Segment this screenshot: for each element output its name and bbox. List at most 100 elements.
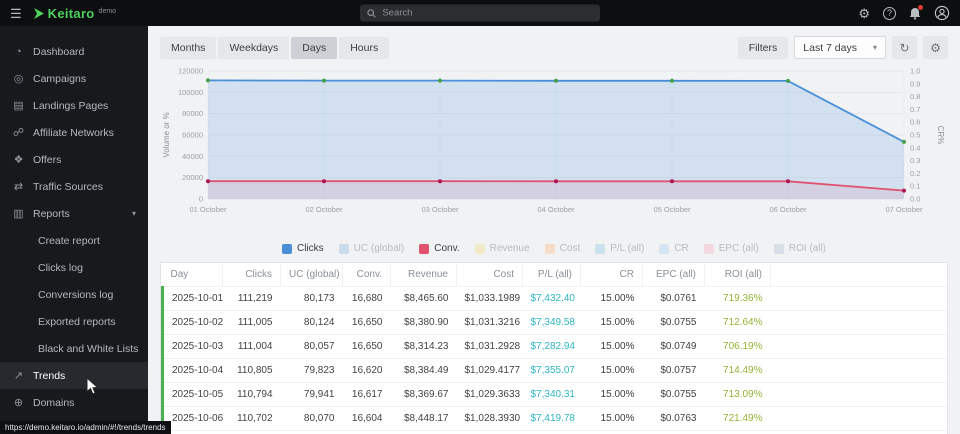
sidebar-item-label: Reports <box>33 208 70 220</box>
tab-months[interactable]: Months <box>160 37 216 59</box>
cell-roi-all: 706.19% <box>705 335 771 359</box>
cell-stub <box>163 431 223 434</box>
help-icon[interactable]: ? <box>883 7 896 20</box>
legend-item-roi-all[interactable]: ROI (all) <box>774 243 826 254</box>
date-range-select[interactable]: Last 7 days ▾ <box>794 36 886 59</box>
tab-hours[interactable]: Hours <box>339 37 389 59</box>
sidebar-item-landings-pages[interactable]: ▤Landings Pages <box>0 92 148 119</box>
legend-item-p-l-all[interactable]: P/L (all) <box>595 243 644 254</box>
svg-text:20000: 20000 <box>182 173 203 182</box>
cell-roi-all: 714.49% <box>705 359 771 383</box>
cell-cr: 15.00% <box>581 287 643 311</box>
keitaro-logo[interactable]: Keitaro demo <box>34 7 116 20</box>
legend-swatch-icon <box>419 244 429 254</box>
topbar: ☰ Keitaro demo ⚙ ? <box>0 0 960 26</box>
column-header-uc-global[interactable]: UC (global) <box>281 263 343 287</box>
sidebar-item-traffic-sources[interactable]: ⇄Traffic Sources <box>0 173 148 200</box>
legend-item-conv[interactable]: Conv. <box>419 243 459 254</box>
refresh-button[interactable]: ↻ <box>892 36 917 59</box>
status-url-tooltip: https://demo.keitaro.io/admin/#!/trends/… <box>0 421 171 434</box>
global-search[interactable] <box>360 5 600 22</box>
sidebar-item-dashboard[interactable]: ◔Dashboard <box>0 38 148 65</box>
cell-filler <box>771 311 948 335</box>
sidebar-item-label: Conversions log <box>38 289 113 301</box>
sidebar-item-clicks-log[interactable]: Clicks log <box>0 254 148 281</box>
legend-item-clicks[interactable]: Clicks <box>282 243 324 254</box>
logo-demo-badge: demo <box>99 8 117 15</box>
tab-days[interactable]: Days <box>291 37 337 59</box>
cell-stub <box>705 431 771 434</box>
sidebar-item-domains[interactable]: ⊕Domains <box>0 389 148 416</box>
trends-icon: ↗ <box>12 369 25 382</box>
table-row: 2025-10-02111,00580,12416,650$8,380.90$1… <box>163 311 948 335</box>
legend-item-revenue[interactable]: Revenue <box>475 243 530 254</box>
cell-day: 2025-10-01 <box>163 287 223 311</box>
sidebar-item-exported-reports[interactable]: Exported reports <box>0 308 148 335</box>
sidebar-item-label: Domains <box>33 397 74 409</box>
sidebar-item-black-and-white-lists[interactable]: Black and White Lists <box>0 335 148 362</box>
cell-cost: $1,033.1989 <box>457 287 523 311</box>
cell-filler <box>771 287 948 311</box>
cell-stub <box>343 431 391 434</box>
column-header-revenue[interactable]: Revenue <box>391 263 457 287</box>
svg-text:04 October: 04 October <box>537 205 575 214</box>
notifications-bell-icon[interactable] <box>909 7 921 20</box>
notification-dot <box>918 5 923 10</box>
cell-conv: 16,650 <box>343 311 391 335</box>
svg-text:07 October: 07 October <box>885 205 923 214</box>
cell-uc-global: 80,173 <box>281 287 343 311</box>
legend-item-cr[interactable]: CR <box>659 243 688 254</box>
cell-pl-all: $7,355.07 <box>523 359 581 383</box>
cell-uc-global: 79,823 <box>281 359 343 383</box>
legend-swatch-icon <box>704 244 714 254</box>
legend-label: Cost <box>560 243 581 254</box>
cell-revenue: $8,369.67 <box>391 383 457 407</box>
table-row: 2025-10-05110,79479,94116,617$8,369.67$1… <box>163 383 948 407</box>
cell-revenue: $8,448.17 <box>391 407 457 431</box>
cell-conv: 16,620 <box>343 359 391 383</box>
cell-day: 2025-10-02 <box>163 311 223 335</box>
sidebar-nav: ◔Dashboard◎Campaigns▤Landings Pages☍Affi… <box>0 38 148 416</box>
cell-epc-all: $0.0755 <box>643 383 705 407</box>
svg-text:06 October: 06 October <box>769 205 807 214</box>
column-header-roi-all[interactable]: ROI (all) <box>705 263 771 287</box>
svg-text:0.8: 0.8 <box>910 92 920 101</box>
cell-day: 2025-10-05 <box>163 383 223 407</box>
column-header-cr[interactable]: CR <box>581 263 643 287</box>
sidebar-item-conversions-log[interactable]: Conversions log <box>0 281 148 308</box>
svg-text:Volume or %: Volume or % <box>162 112 171 157</box>
column-header-epc-all[interactable]: EPC (all) <box>643 263 705 287</box>
cell-roi-all: 713.09% <box>705 383 771 407</box>
column-header-cost[interactable]: Cost <box>457 263 523 287</box>
legend-item-uc-global[interactable]: UC (global) <box>339 243 405 254</box>
trends-chart: 0200004000060000800001000001200000.00.10… <box>160 65 946 235</box>
menu-icon[interactable]: ☰ <box>10 7 22 20</box>
tab-weekdays[interactable]: Weekdays <box>218 37 289 59</box>
svg-text:0.0: 0.0 <box>910 195 920 204</box>
sidebar-item-reports[interactable]: ▥Reports▾ <box>0 200 148 227</box>
sidebar-item-create-report[interactable]: Create report <box>0 227 148 254</box>
account-avatar[interactable] <box>934 5 950 21</box>
column-header-pl-all[interactable]: P/L (all) <box>523 263 581 287</box>
sidebar-item-affiliate-networks[interactable]: ☍Affiliate Networks <box>0 119 148 146</box>
column-header-day[interactable]: Day <box>163 263 223 287</box>
legend-item-cost[interactable]: Cost <box>545 243 581 254</box>
chart-settings-button[interactable]: ⚙ <box>923 36 948 59</box>
cell-cost: $1,028.3930 <box>457 407 523 431</box>
svg-text:CR%: CR% <box>936 126 945 145</box>
cell-epc-all: $0.0757 <box>643 359 705 383</box>
legend-swatch-icon <box>774 244 784 254</box>
sidebar-item-offers[interactable]: ❖Offers <box>0 146 148 173</box>
legend-swatch-icon <box>339 244 349 254</box>
sidebar-item-campaigns[interactable]: ◎Campaigns <box>0 65 148 92</box>
column-header-conv[interactable]: Conv. <box>343 263 391 287</box>
legend-item-epc-all[interactable]: EPC (all) <box>704 243 759 254</box>
table-row: 2025-10-01111,21980,17316,680$8,465.60$1… <box>163 287 948 311</box>
column-header-clicks[interactable]: Clicks <box>223 263 281 287</box>
filters-button[interactable]: Filters <box>738 37 789 59</box>
sidebar-item-trends[interactable]: ↗Trends <box>0 362 148 389</box>
search-input[interactable] <box>382 8 593 19</box>
legend-label: Conv. <box>434 243 459 254</box>
cell-filler <box>771 407 948 431</box>
settings-gear-icon[interactable]: ⚙ <box>858 7 870 20</box>
